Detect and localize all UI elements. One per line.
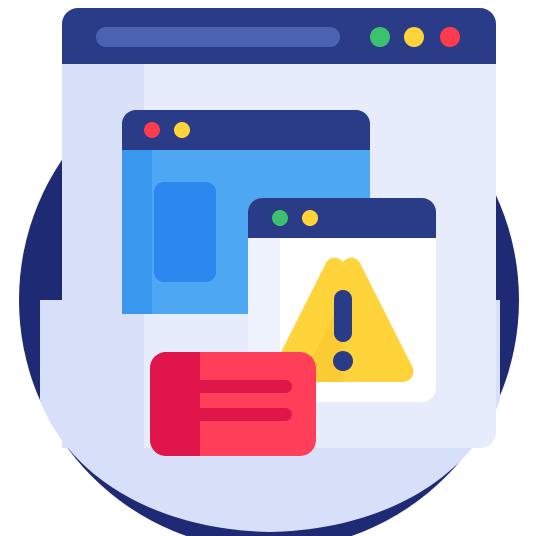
address-bar: [96, 27, 340, 47]
icon-canvas: [0, 0, 534, 536]
message-line: [180, 380, 292, 393]
exclamation-dot: [333, 351, 353, 371]
green-dot-icon: [370, 27, 390, 47]
browser-error-warning-icon: [19, 8, 519, 536]
yellow-dot-icon: [302, 210, 318, 226]
message-line: [180, 408, 292, 421]
yellow-dot-icon: [404, 27, 424, 47]
red-dot-icon: [440, 27, 460, 47]
exclamation-bar: [334, 290, 352, 342]
content-block: [154, 182, 216, 282]
green-dot-icon: [272, 210, 288, 226]
yellow-dot-icon: [174, 122, 190, 138]
red-dot-icon: [144, 122, 160, 138]
error-message-card: [150, 352, 316, 456]
